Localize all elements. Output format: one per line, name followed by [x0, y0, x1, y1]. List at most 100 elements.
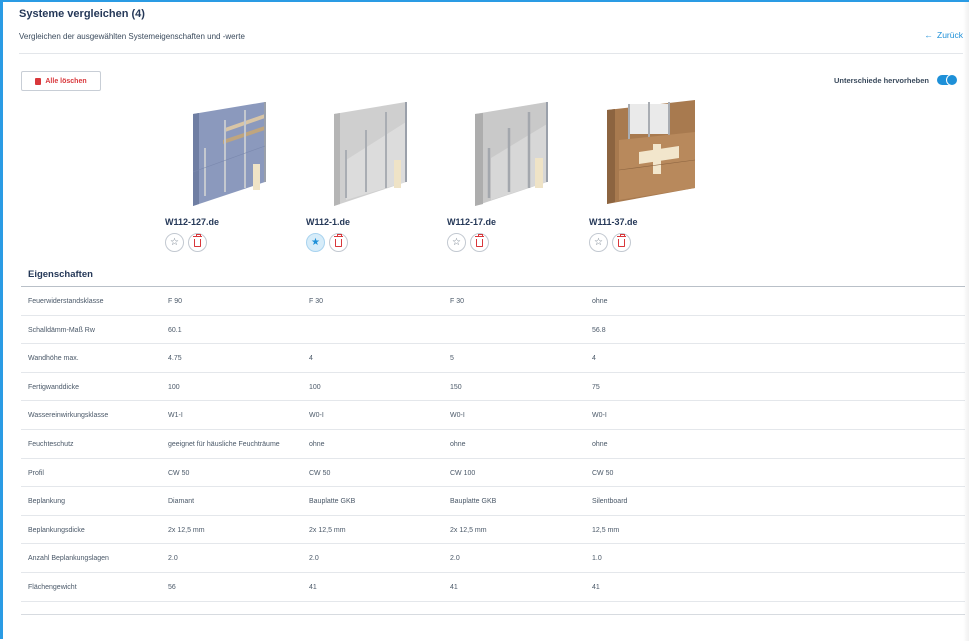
trash-icon	[475, 233, 484, 247]
property-label: Anzahl Beplankungslagen	[28, 555, 109, 563]
property-label: Profil	[28, 469, 44, 477]
property-label: Schalldämm-Maß Rw	[28, 326, 95, 334]
property-value: W0-I	[309, 412, 324, 420]
product-card: W112-127.de ☆	[165, 100, 295, 252]
property-value: 2x 12,5 mm	[168, 526, 205, 534]
delete-button[interactable]	[612, 233, 631, 252]
product-name[interactable]: W112-127.de	[165, 217, 295, 227]
property-label: Feuchteschutz	[28, 440, 74, 448]
drywall-gkb-grey-image[interactable]	[306, 100, 434, 208]
property-value: 41	[592, 583, 600, 591]
property-value: ohne	[309, 440, 325, 448]
property-value: 150	[450, 383, 462, 391]
back-link[interactable]: ← Zurück	[925, 30, 963, 40]
trash-icon	[334, 233, 343, 247]
property-label: Feuerwiderstandsklasse	[28, 298, 104, 305]
page-header: Systeme vergleichen (4) Vergleichen der …	[19, 8, 963, 41]
favorite-button[interactable]: ☆	[589, 233, 608, 252]
window-edge	[963, 2, 969, 641]
table-row: Feuchteschutz geeignet für häusliche Feu…	[21, 430, 965, 459]
back-link-label: Zurück	[937, 30, 963, 40]
favorite-button-active[interactable]: ★	[306, 233, 325, 252]
property-value: 41	[309, 583, 317, 591]
property-value: 1.0	[592, 555, 602, 563]
property-value: 56	[168, 583, 176, 591]
product-actions: ☆	[165, 233, 295, 252]
property-value: CW 100	[450, 469, 476, 477]
property-label: Wassereinwirkungsklasse	[28, 412, 109, 420]
delete-button[interactable]	[329, 233, 348, 252]
table-row: Wassereinwirkungsklasse W1-I W0-I W0-I W…	[21, 401, 965, 430]
properties-section-title: Eigenschaften	[28, 269, 93, 280]
table-row: Flächengewicht 56 41 41 41	[21, 573, 965, 602]
favorite-button[interactable]: ☆	[447, 233, 466, 252]
property-value: Silentboard	[592, 498, 628, 506]
property-value: 2.0	[450, 555, 460, 563]
arrow-left-icon: ←	[924, 30, 934, 40]
clear-all-label: Alle löschen	[45, 77, 87, 85]
property-value: 12,5 mm	[592, 526, 620, 534]
page-subtitle: Vergleichen der ausgewählten Systemeigen…	[19, 32, 245, 41]
table-row: Profil CW 50 CW 50 CW 100 CW 50	[21, 459, 965, 488]
product-card: W112-1.de ★	[306, 100, 436, 252]
clear-all-button[interactable]: Alle löschen	[21, 71, 101, 91]
property-value: W0-I	[592, 412, 607, 420]
property-value: CW 50	[592, 469, 614, 477]
star-outline-icon: ☆	[452, 236, 461, 248]
property-label: Fertigwanddicke	[28, 383, 79, 391]
table-row: Wandhöhe max. 4.75 4 5 4	[21, 344, 965, 373]
property-value: Bauplatte GKB	[450, 498, 497, 506]
header-divider	[19, 53, 963, 54]
delete-button[interactable]	[470, 233, 489, 252]
product-actions: ★	[306, 233, 436, 252]
property-value: CW 50	[309, 469, 331, 477]
property-value: 100	[168, 383, 180, 391]
star-filled-icon: ★	[311, 236, 320, 248]
property-label: Beplankungsdicke	[28, 526, 85, 534]
product-name[interactable]: W111-37.de	[589, 217, 719, 227]
property-value: 100	[309, 383, 321, 391]
highlight-differences-label: Unterschiede hervorheben	[833, 75, 929, 85]
table-row: Fertigwanddicke 100 100 150 75	[21, 373, 965, 402]
property-value: 75	[592, 383, 600, 391]
property-label: Flächengewicht	[28, 583, 77, 591]
highlight-differences-toggle[interactable]	[937, 74, 958, 86]
page-title: Systeme vergleichen (4)	[19, 8, 145, 20]
drywall-gkb-grey-thick-image[interactable]	[447, 100, 575, 208]
property-value: ohne	[592, 298, 608, 305]
property-value: 2x 12,5 mm	[309, 526, 346, 534]
property-value: F 90	[168, 298, 183, 305]
properties-table: Feuerwiderstandsklasse F 90 F 30 F 30 oh…	[21, 286, 965, 602]
trash-icon	[35, 77, 42, 85]
app-window: Systeme vergleichen (4) Vergleichen der …	[0, 0, 969, 641]
drywall-diamond-blue-image[interactable]	[165, 100, 293, 208]
highlight-differences: Unterschiede hervorheben	[833, 74, 958, 86]
property-value: W1-I	[168, 412, 183, 420]
property-value: 2.0	[309, 555, 319, 563]
trash-icon	[617, 233, 626, 247]
property-value: 5	[450, 355, 454, 363]
property-value: F 30	[450, 298, 465, 305]
property-value: F 30	[309, 298, 324, 305]
star-outline-icon: ☆	[594, 236, 603, 248]
property-value: W0-I	[450, 412, 465, 420]
table-row: Beplankungsdicke 2x 12,5 mm 2x 12,5 mm 2…	[21, 516, 965, 545]
property-value: CW 50	[168, 469, 190, 477]
property-value: 2x 12,5 mm	[450, 526, 487, 534]
property-value: 4	[309, 355, 313, 363]
star-outline-icon: ☆	[170, 236, 179, 248]
favorite-button[interactable]: ☆	[165, 233, 184, 252]
property-value: ohne	[592, 440, 608, 448]
table-bottom-divider	[21, 614, 965, 615]
property-value: 2.0	[168, 555, 178, 563]
delete-button[interactable]	[188, 233, 207, 252]
table-row: Beplankung Diamant Bauplatte GKB Bauplat…	[21, 487, 965, 516]
property-value: 4	[592, 355, 596, 363]
property-value: Diamant	[168, 498, 195, 506]
drywall-silentboard-brown-image[interactable]	[589, 100, 717, 208]
product-name[interactable]: W112-17.de	[447, 217, 577, 227]
property-label: Wandhöhe max.	[28, 355, 79, 363]
table-row: Anzahl Beplankungslagen 2.0 2.0 2.0 1.0	[21, 544, 965, 573]
product-card: W111-37.de ☆	[589, 100, 719, 252]
product-name[interactable]: W112-1.de	[306, 217, 436, 227]
